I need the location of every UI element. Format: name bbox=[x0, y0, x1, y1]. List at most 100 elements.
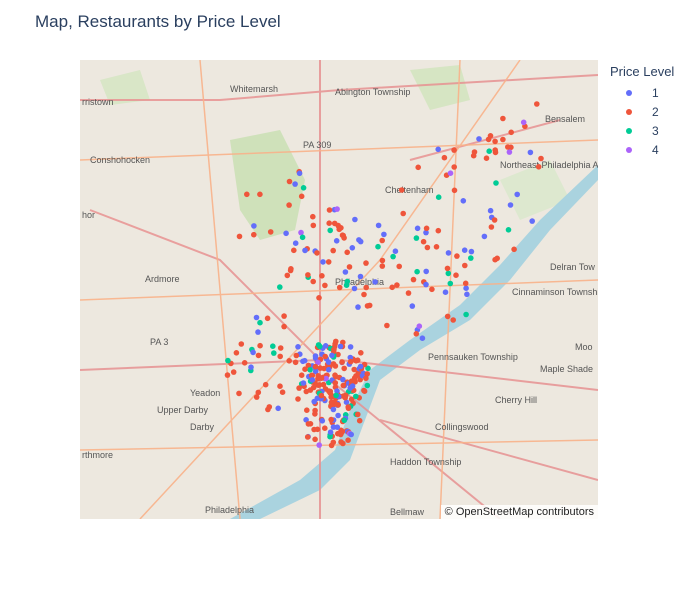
restaurant-point[interactable] bbox=[300, 380, 307, 386]
restaurant-point[interactable] bbox=[296, 170, 303, 177]
restaurant-point[interactable] bbox=[292, 240, 299, 246]
restaurant-point[interactable] bbox=[529, 218, 535, 224]
restaurant-point[interactable] bbox=[414, 268, 420, 275]
restaurant-point[interactable] bbox=[351, 285, 358, 292]
restaurant-point[interactable] bbox=[315, 376, 321, 382]
restaurant-point[interactable] bbox=[304, 434, 311, 440]
restaurant-point[interactable] bbox=[342, 269, 349, 275]
restaurant-point[interactable] bbox=[535, 164, 542, 170]
restaurant-point[interactable] bbox=[346, 264, 353, 270]
restaurant-point[interactable] bbox=[292, 181, 298, 187]
restaurant-point[interactable] bbox=[343, 282, 350, 288]
restaurant-point[interactable] bbox=[379, 263, 386, 269]
restaurant-point[interactable] bbox=[442, 289, 449, 295]
restaurant-point[interactable] bbox=[312, 411, 318, 417]
restaurant-point[interactable] bbox=[398, 187, 405, 193]
restaurant-point[interactable] bbox=[414, 225, 421, 232]
restaurant-point[interactable] bbox=[534, 101, 540, 107]
restaurant-point[interactable] bbox=[318, 392, 325, 399]
restaurant-point[interactable] bbox=[461, 247, 468, 253]
restaurant-point[interactable] bbox=[286, 202, 292, 208]
restaurant-point[interactable] bbox=[296, 385, 302, 391]
restaurant-point[interactable] bbox=[307, 367, 313, 373]
restaurant-point[interactable] bbox=[283, 230, 289, 237]
restaurant-point[interactable] bbox=[444, 313, 451, 320]
restaurant-point[interactable] bbox=[255, 329, 261, 335]
restaurant-point[interactable] bbox=[339, 428, 346, 435]
restaurant-point[interactable] bbox=[230, 369, 237, 375]
restaurant-point[interactable] bbox=[344, 249, 351, 256]
restaurant-point[interactable] bbox=[250, 349, 256, 356]
restaurant-point[interactable] bbox=[270, 343, 276, 350]
restaurant-point[interactable] bbox=[347, 385, 354, 391]
legend-item-1[interactable]: 1 bbox=[610, 83, 674, 102]
restaurant-point[interactable] bbox=[281, 313, 287, 319]
restaurant-point[interactable] bbox=[355, 411, 361, 418]
restaurant-point[interactable] bbox=[341, 417, 348, 424]
restaurant-point[interactable] bbox=[298, 193, 305, 200]
restaurant-point[interactable] bbox=[330, 406, 337, 413]
restaurant-point[interactable] bbox=[357, 363, 364, 370]
restaurant-point[interactable] bbox=[309, 377, 316, 383]
restaurant-point[interactable] bbox=[339, 359, 345, 365]
restaurant-point[interactable] bbox=[341, 235, 347, 241]
restaurant-point[interactable] bbox=[447, 170, 454, 176]
restaurant-point[interactable] bbox=[253, 394, 260, 400]
restaurant-point[interactable] bbox=[363, 375, 369, 382]
restaurant-point[interactable] bbox=[392, 248, 399, 254]
restaurant-point[interactable] bbox=[357, 273, 364, 280]
restaurant-point[interactable] bbox=[468, 248, 475, 255]
restaurant-point[interactable] bbox=[396, 263, 403, 270]
restaurant-point[interactable] bbox=[410, 276, 417, 283]
restaurant-point[interactable] bbox=[347, 358, 354, 365]
restaurant-point[interactable] bbox=[257, 342, 263, 349]
restaurant-point[interactable] bbox=[335, 412, 341, 419]
restaurant-point[interactable] bbox=[292, 359, 299, 366]
restaurant-point[interactable] bbox=[441, 154, 448, 161]
restaurant-point[interactable] bbox=[316, 295, 322, 301]
restaurant-point[interactable] bbox=[319, 418, 326, 424]
restaurant-point[interactable] bbox=[334, 424, 341, 431]
restaurant-point[interactable] bbox=[505, 227, 512, 233]
restaurant-point[interactable] bbox=[257, 319, 263, 326]
restaurant-point[interactable] bbox=[325, 366, 332, 373]
restaurant-point[interactable] bbox=[429, 286, 435, 293]
restaurant-point[interactable] bbox=[355, 304, 361, 310]
restaurant-point[interactable] bbox=[492, 138, 498, 145]
restaurant-point[interactable] bbox=[447, 280, 454, 287]
restaurant-point[interactable] bbox=[454, 253, 460, 259]
restaurant-point[interactable] bbox=[375, 243, 381, 250]
restaurant-point[interactable] bbox=[384, 322, 390, 329]
restaurant-point[interactable] bbox=[300, 358, 306, 365]
restaurant-point[interactable] bbox=[327, 388, 334, 395]
restaurant-point[interactable] bbox=[400, 210, 407, 217]
restaurant-point[interactable] bbox=[320, 259, 326, 265]
restaurant-point[interactable] bbox=[342, 394, 349, 401]
restaurant-point[interactable] bbox=[310, 222, 317, 229]
restaurant-point[interactable] bbox=[364, 382, 371, 389]
restaurant-point[interactable] bbox=[314, 250, 320, 256]
restaurant-point[interactable] bbox=[451, 187, 458, 194]
restaurant-point[interactable] bbox=[413, 331, 420, 337]
restaurant-point[interactable] bbox=[488, 224, 495, 230]
restaurant-point[interactable] bbox=[329, 352, 335, 359]
restaurant-point[interactable] bbox=[317, 343, 323, 350]
restaurant-point[interactable] bbox=[351, 366, 358, 373]
restaurant-point[interactable] bbox=[445, 270, 452, 277]
restaurant-point[interactable] bbox=[476, 136, 482, 142]
restaurant-point[interactable] bbox=[293, 352, 300, 359]
restaurant-point[interactable] bbox=[405, 290, 412, 296]
restaurant-point[interactable] bbox=[331, 346, 337, 353]
restaurant-point[interactable] bbox=[325, 359, 332, 365]
restaurant-point[interactable] bbox=[253, 314, 260, 321]
restaurant-point[interactable] bbox=[322, 282, 328, 289]
restaurant-point[interactable] bbox=[233, 350, 240, 356]
restaurant-point[interactable] bbox=[322, 353, 328, 360]
legend-item-3[interactable]: 3 bbox=[610, 121, 674, 140]
restaurant-point[interactable] bbox=[295, 396, 301, 402]
restaurant-point[interactable] bbox=[352, 216, 358, 223]
restaurant-point[interactable] bbox=[481, 233, 488, 240]
restaurant-point[interactable] bbox=[511, 246, 517, 253]
restaurant-point[interactable] bbox=[251, 223, 257, 229]
restaurant-point[interactable] bbox=[322, 343, 329, 349]
